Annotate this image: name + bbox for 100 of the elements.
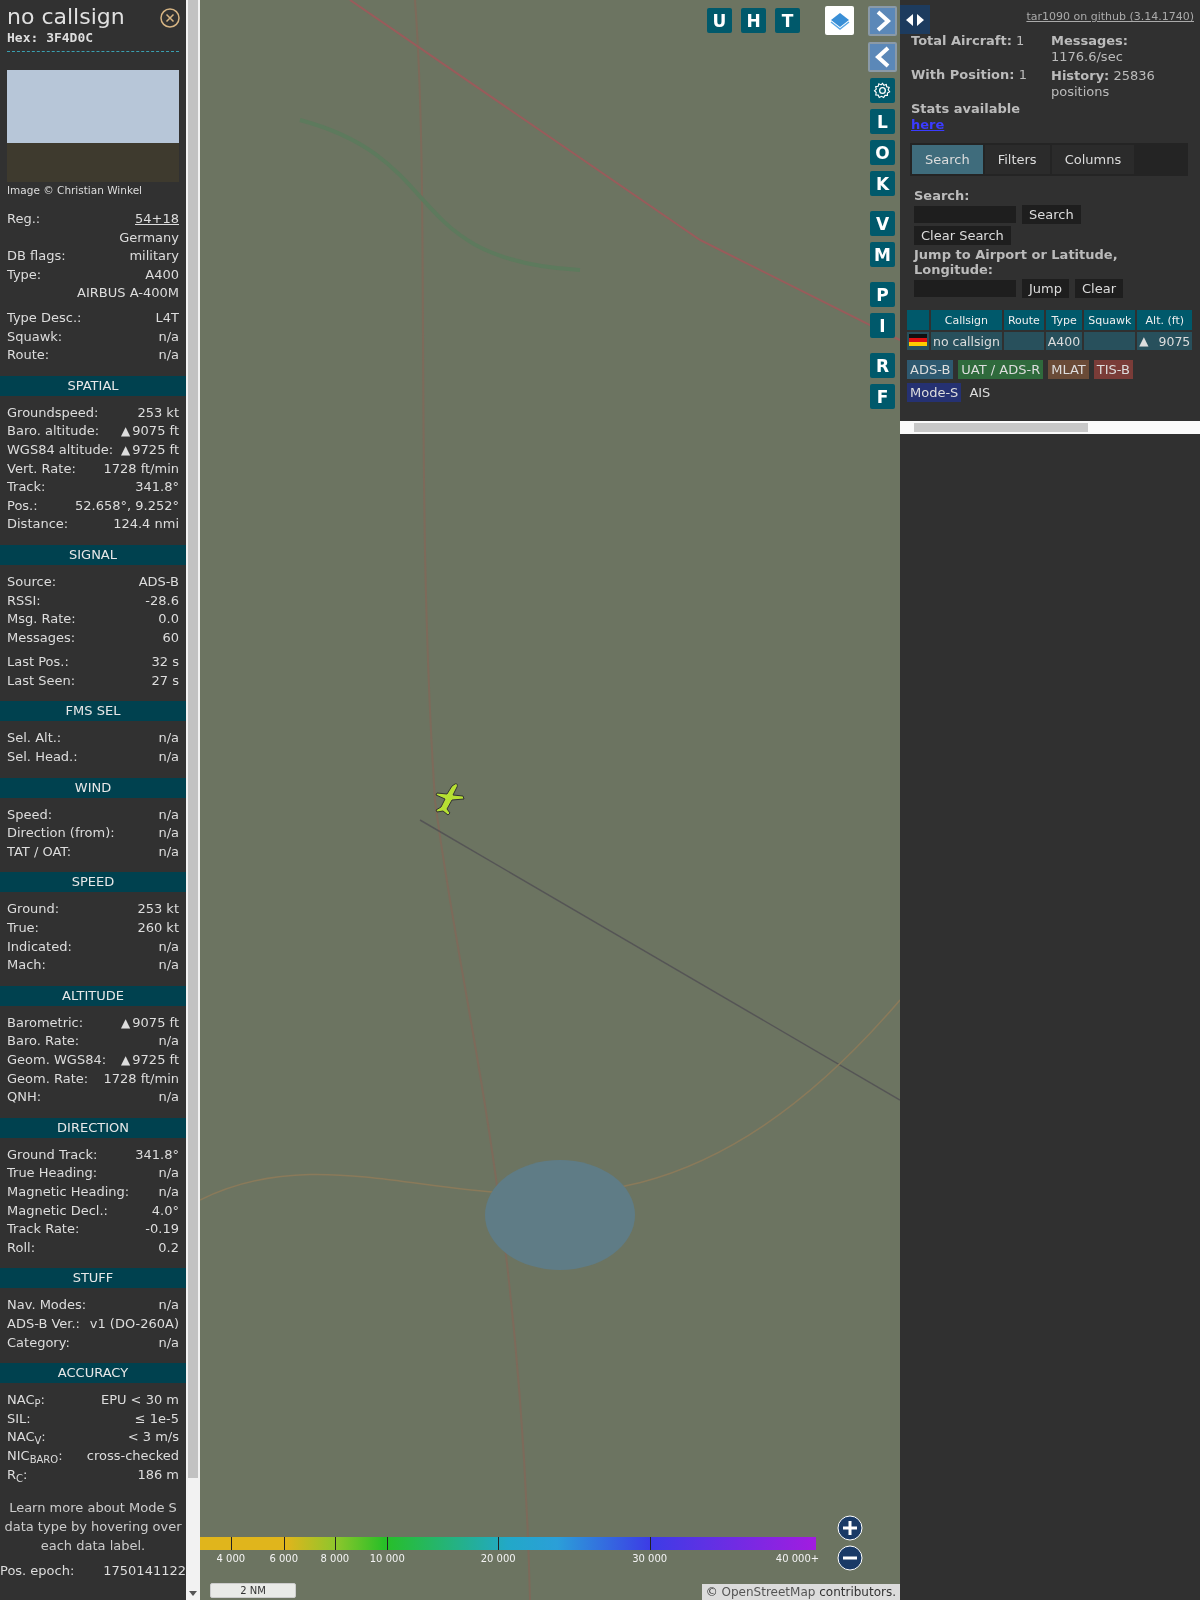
- scrollbar-thumb[interactable]: [188, 0, 198, 1478]
- field-label: NIC$_{BARO}$:: [7, 1446, 63, 1466]
- source-tag: MLAT: [1048, 360, 1089, 379]
- source-tag: TIS-B: [1093, 360, 1133, 379]
- callsign-link[interactable]: no callsign: [933, 333, 1000, 349]
- field-value: n/a: [158, 805, 179, 824]
- legend-label: 10 000: [369, 1553, 405, 1564]
- registration-link[interactable]: 54+18: [135, 210, 179, 229]
- field-value: 9075 ft: [132, 422, 179, 441]
- field-value: ≤ 1e-5: [134, 1409, 179, 1428]
- map-toggle-button[interactable]: P: [870, 282, 895, 307]
- field-label: Roll:: [7, 1238, 35, 1257]
- clear-search-button[interactable]: Clear Search: [914, 226, 1011, 245]
- column-header[interactable]: Alt. (ft): [1137, 310, 1193, 330]
- map-toggle-button[interactable]: R: [870, 353, 895, 378]
- legend-label: 6 000: [269, 1553, 299, 1564]
- horizontal-scrollbar[interactable]: [900, 421, 1200, 434]
- field-label: Sel. Head.:: [7, 748, 78, 767]
- map-toggle-button[interactable]: V: [870, 211, 895, 236]
- field-label: Baro. altitude:: [7, 422, 100, 441]
- field-value: 9725 ft: [132, 1051, 179, 1069]
- expand-button[interactable]: [868, 6, 897, 36]
- field-value: < 3 m/s: [127, 1428, 179, 1447]
- tab[interactable]: Columns: [1051, 145, 1135, 174]
- table-header: [907, 310, 929, 330]
- column-header[interactable]: Route: [1003, 310, 1044, 330]
- collapse-button[interactable]: [868, 42, 897, 72]
- section-header: FMS SEL: [0, 701, 186, 722]
- legend-label: 8 000: [320, 1553, 350, 1564]
- search-button[interactable]: Search: [1022, 205, 1081, 224]
- field-value: 4.0°: [151, 1201, 179, 1220]
- github-link[interactable]: tar1090 on github (3.14.1740): [1026, 10, 1194, 23]
- map-toggle-button[interactable]: K: [870, 171, 895, 196]
- chevron-left-icon: [873, 46, 892, 68]
- field-value: n/a: [158, 327, 179, 346]
- map-toggle-button[interactable]: L: [870, 109, 895, 134]
- panel-toggle-button[interactable]: [900, 5, 930, 34]
- stat-text: History: 25836 positions: [1051, 68, 1156, 100]
- close-button[interactable]: [160, 8, 180, 28]
- field-value: 253 kt: [137, 403, 179, 422]
- section-header: SIGNAL: [0, 544, 186, 565]
- field-label: Geom. Rate:: [7, 1069, 89, 1088]
- callsign-title: no callsign: [7, 4, 125, 30]
- field-value: 253 kt: [137, 900, 179, 919]
- field-label: Magnetic Decl.:: [7, 1201, 108, 1220]
- field-label: Pos. epoch:: [0, 1562, 75, 1581]
- field-label: Source:: [7, 572, 57, 591]
- map-toggle-button[interactable]: I: [870, 313, 895, 338]
- field-label: Last Pos.:: [7, 653, 69, 672]
- section-header: DIRECTION: [0, 1117, 186, 1138]
- field-value: 60: [162, 628, 179, 647]
- field-label: Track Rate:: [7, 1220, 80, 1239]
- column-header[interactable]: Callsign: [931, 310, 1002, 330]
- scrollbar[interactable]: [186, 0, 200, 1600]
- field-label: Distance:: [7, 515, 69, 534]
- settings-icon: [873, 81, 892, 100]
- field-label: Sel. Alt.:: [7, 729, 62, 748]
- field-label: True Heading:: [7, 1164, 98, 1183]
- field-value: 341.8°: [135, 478, 179, 497]
- map-toggle-button[interactable]: U: [707, 8, 732, 33]
- column-header[interactable]: Squawk: [1084, 310, 1136, 330]
- field-label: TAT / OAT:: [7, 842, 72, 861]
- stat-text: Messages: 1176.6/sec: [1051, 33, 1130, 65]
- field-value: 0.0: [158, 610, 179, 629]
- settings-button[interactable]: [870, 78, 895, 103]
- column-header[interactable]: Type: [1045, 310, 1083, 330]
- stat-text: Total Aircraft: 1: [911, 33, 1026, 49]
- field-value: n/a: [158, 1182, 179, 1201]
- field-label: Type:: [7, 265, 42, 284]
- map-toggle-button[interactable]: H: [741, 8, 766, 33]
- field-value: n/a: [158, 842, 179, 861]
- tab[interactable]: Filters: [984, 145, 1050, 174]
- source-tag: AIS: [966, 383, 994, 402]
- aircraft-marker-icon[interactable]: [433, 782, 465, 816]
- section-header: SPEED: [0, 872, 186, 893]
- map-toggle-button[interactable]: T: [775, 8, 800, 33]
- jump-button[interactable]: Jump: [1022, 279, 1069, 298]
- map-toggle-button[interactable]: O: [870, 140, 895, 165]
- field-label: True:: [7, 919, 39, 938]
- tab[interactable]: Search: [912, 145, 983, 174]
- scroll-down-icon[interactable]: [189, 1591, 197, 1596]
- field-label: Geom. WGS84:: [7, 1051, 107, 1069]
- section-header: ACCURACY: [0, 1363, 186, 1384]
- legend-label: 4 000: [216, 1553, 246, 1564]
- attribution-link[interactable]: OpenStreetMap: [721, 1585, 816, 1599]
- help-note: Learn more about Mode S data type by hovering over each data label.: [3, 1499, 183, 1556]
- field-label: Last Seen:: [7, 671, 76, 690]
- clear-button[interactable]: Clear: [1075, 279, 1123, 298]
- layers-button[interactable]: [825, 6, 854, 35]
- field-value: 260 kt: [137, 919, 179, 938]
- zoom-out-button[interactable]: [837, 1545, 863, 1571]
- scrollbar-thumb[interactable]: [914, 423, 1088, 432]
- field-label: Track:: [7, 478, 46, 497]
- map-toggle-button[interactable]: M: [870, 242, 895, 267]
- table-cell: [1003, 332, 1044, 350]
- field-value: AIRBUS A-400M: [77, 284, 179, 303]
- field-value: A400: [145, 265, 179, 284]
- map-toggle-button[interactable]: F: [870, 384, 895, 409]
- zoom-in-button[interactable]: [837, 1515, 863, 1541]
- field-value: n/a: [158, 1032, 179, 1051]
